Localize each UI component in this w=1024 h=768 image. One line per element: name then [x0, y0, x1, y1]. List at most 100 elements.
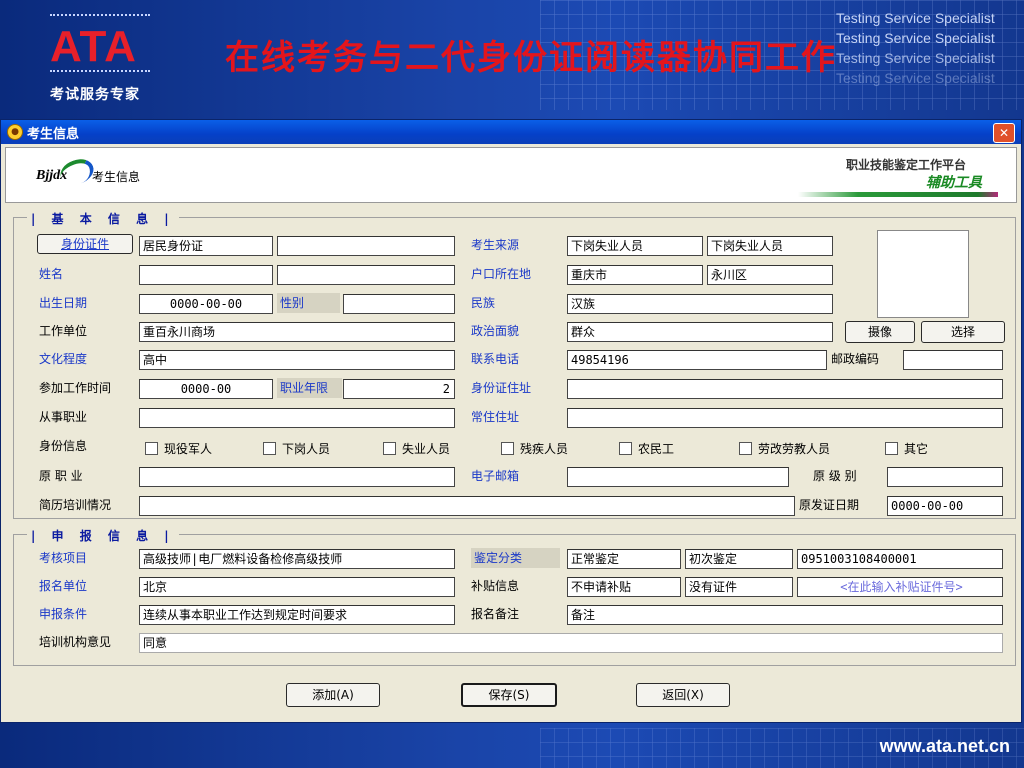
- module-name: 考生信息: [92, 170, 141, 184]
- politics-label: 政治面貌: [471, 324, 520, 338]
- id-address-field[interactable]: [567, 379, 1003, 399]
- gender-field[interactable]: [343, 294, 455, 314]
- education-label: 文化程度: [39, 352, 88, 366]
- phone-field[interactable]: 49854196: [567, 350, 827, 370]
- name-label: 姓名: [39, 267, 64, 281]
- identity-option[interactable]: 劳改劳教人员: [739, 440, 830, 457]
- occupation-label: 从事职业: [39, 410, 88, 424]
- tagline: Testing Service Specialist: [836, 70, 995, 86]
- orig-level-field[interactable]: [887, 467, 1003, 487]
- identity-option[interactable]: 下岗人员: [263, 440, 330, 457]
- resume-label: 简历培训情况: [39, 498, 112, 512]
- work-years-label: 职业年限: [277, 378, 342, 398]
- resume-field[interactable]: [139, 496, 795, 516]
- identity-option-label: 其它: [904, 442, 929, 456]
- basic-info-title: | 基 本 信 息 |: [27, 210, 179, 227]
- tagline: Testing Service Specialist: [836, 30, 995, 46]
- source-label: 考生来源: [471, 238, 520, 252]
- save-button[interactable]: 保存(S): [461, 683, 557, 707]
- politics-field[interactable]: 群众: [567, 322, 833, 342]
- photo-frame: [877, 230, 969, 318]
- capture-photo-button[interactable]: 摄像: [845, 321, 915, 343]
- work-years-field[interactable]: 2: [343, 379, 455, 399]
- checkbox-icon: [145, 442, 158, 455]
- logo-subtitle: 考试服务专家: [50, 87, 140, 103]
- opinion-label: 培训机构意见: [39, 635, 112, 649]
- gender-label: 性别: [277, 293, 340, 313]
- window-titlebar[interactable]: ● 考生信息: [1, 120, 1021, 144]
- category-label: 鉴定分类: [471, 548, 560, 568]
- identity-option[interactable]: 失业人员: [383, 440, 450, 457]
- checkbox-icon: [383, 442, 396, 455]
- identity-option-label: 下岗人员: [282, 442, 331, 456]
- app-icon: ●: [7, 124, 23, 140]
- hukou-label: 户口所在地: [471, 267, 532, 281]
- platform-name: 职业技能鉴定工作平台: [845, 158, 966, 172]
- back-button[interactable]: 返回(X): [636, 683, 730, 707]
- name-field[interactable]: [139, 265, 273, 285]
- subsidy-field[interactable]: 不申请补贴: [567, 577, 681, 597]
- window-banner: Bjjdx 考生信息 职业技能鉴定工作平台 辅助工具: [5, 147, 1017, 203]
- identity-label: 身份信息: [39, 439, 88, 453]
- work-start-label: 参加工作时间: [39, 381, 112, 395]
- opinion-field[interactable]: 同意: [139, 633, 1003, 653]
- work-unit-field[interactable]: 重百永川商场: [139, 322, 455, 342]
- window-title: 考生信息: [27, 126, 80, 142]
- candidate-info-window: ● 考生信息 ✕ Bjjdx 考生信息 职业技能鉴定工作平台 辅助工具 | 基 …: [0, 119, 1022, 723]
- select-photo-button[interactable]: 选择: [921, 321, 1005, 343]
- reg-unit-label: 报名单位: [39, 579, 88, 593]
- occupation-field[interactable]: [139, 408, 455, 428]
- identity-option[interactable]: 现役军人: [145, 440, 212, 457]
- ata-logo: ATA 考试服务专家: [50, 14, 160, 106]
- condition-field[interactable]: 连续从事本职业工作达到规定时间要求: [139, 605, 455, 625]
- identity-option-label: 现役军人: [164, 442, 213, 456]
- birth-date-field[interactable]: 0000-00-00: [139, 294, 273, 314]
- close-button[interactable]: ✕: [993, 123, 1015, 143]
- orig-cert-date-field[interactable]: 0000-00-00: [887, 496, 1003, 516]
- name-pinyin-field[interactable]: [277, 265, 455, 285]
- hukou-district-field[interactable]: 永川区: [707, 265, 833, 285]
- email-label: 电子邮箱: [471, 469, 520, 483]
- reg-unit-field[interactable]: 北京: [139, 577, 455, 597]
- checkbox-icon: [739, 442, 752, 455]
- orig-occupation-label: 原 职 业: [39, 469, 83, 483]
- education-field[interactable]: 高中: [139, 350, 455, 370]
- banner-accent-bar: [798, 192, 998, 197]
- code-field[interactable]: 0951003108400001: [797, 549, 1003, 569]
- logo-dots: [50, 14, 150, 22]
- checkbox-icon: [263, 442, 276, 455]
- identity-option[interactable]: 农民工: [619, 440, 674, 457]
- source-detail-field[interactable]: 下岗失业人员: [707, 236, 833, 256]
- identity-option[interactable]: 其它: [885, 440, 928, 457]
- postcode-field[interactable]: [903, 350, 1003, 370]
- logo-dots: [50, 70, 150, 78]
- tagline: Testing Service Specialist: [836, 50, 995, 66]
- id-type-button[interactable]: 身份证件: [37, 234, 133, 254]
- hukou-city-field[interactable]: 重庆市: [567, 265, 703, 285]
- tagline: Testing Service Specialist: [836, 10, 995, 26]
- remark-field[interactable]: 备注: [567, 605, 1003, 625]
- checkbox-icon: [501, 442, 514, 455]
- identity-option-label: 残疾人员: [520, 442, 569, 456]
- attempt-field[interactable]: 初次鉴定: [685, 549, 793, 569]
- identity-option[interactable]: 残疾人员: [501, 440, 568, 457]
- id-number-field[interactable]: [277, 236, 455, 256]
- ethnicity-field[interactable]: 汉族: [567, 294, 833, 314]
- add-button[interactable]: 添加(A): [286, 683, 380, 707]
- email-field[interactable]: [567, 467, 789, 487]
- remark-label: 报名备注: [471, 607, 520, 621]
- residence-field[interactable]: [567, 408, 1003, 428]
- exam-item-label: 考核项目: [39, 551, 88, 565]
- condition-label: 申报条件: [39, 607, 88, 621]
- subsidy-label: 补贴信息: [471, 579, 520, 593]
- exam-item-field[interactable]: 高级技师|电厂燃料设备检修高级技师: [139, 549, 455, 569]
- orig-cert-date-label: 原发证日期: [799, 498, 860, 512]
- work-start-field[interactable]: 0000-00: [139, 379, 273, 399]
- id-type-field[interactable]: 居民身份证: [139, 236, 273, 256]
- source-field[interactable]: 下岗失业人员: [567, 236, 703, 256]
- category-field[interactable]: 正常鉴定: [567, 549, 681, 569]
- cert-field[interactable]: 没有证件: [685, 577, 793, 597]
- orig-occupation-field[interactable]: [139, 467, 455, 487]
- subsidy-cert-input[interactable]: <在此输入补贴证件号>: [797, 577, 1003, 597]
- identity-option-label: 劳改劳教人员: [758, 442, 831, 456]
